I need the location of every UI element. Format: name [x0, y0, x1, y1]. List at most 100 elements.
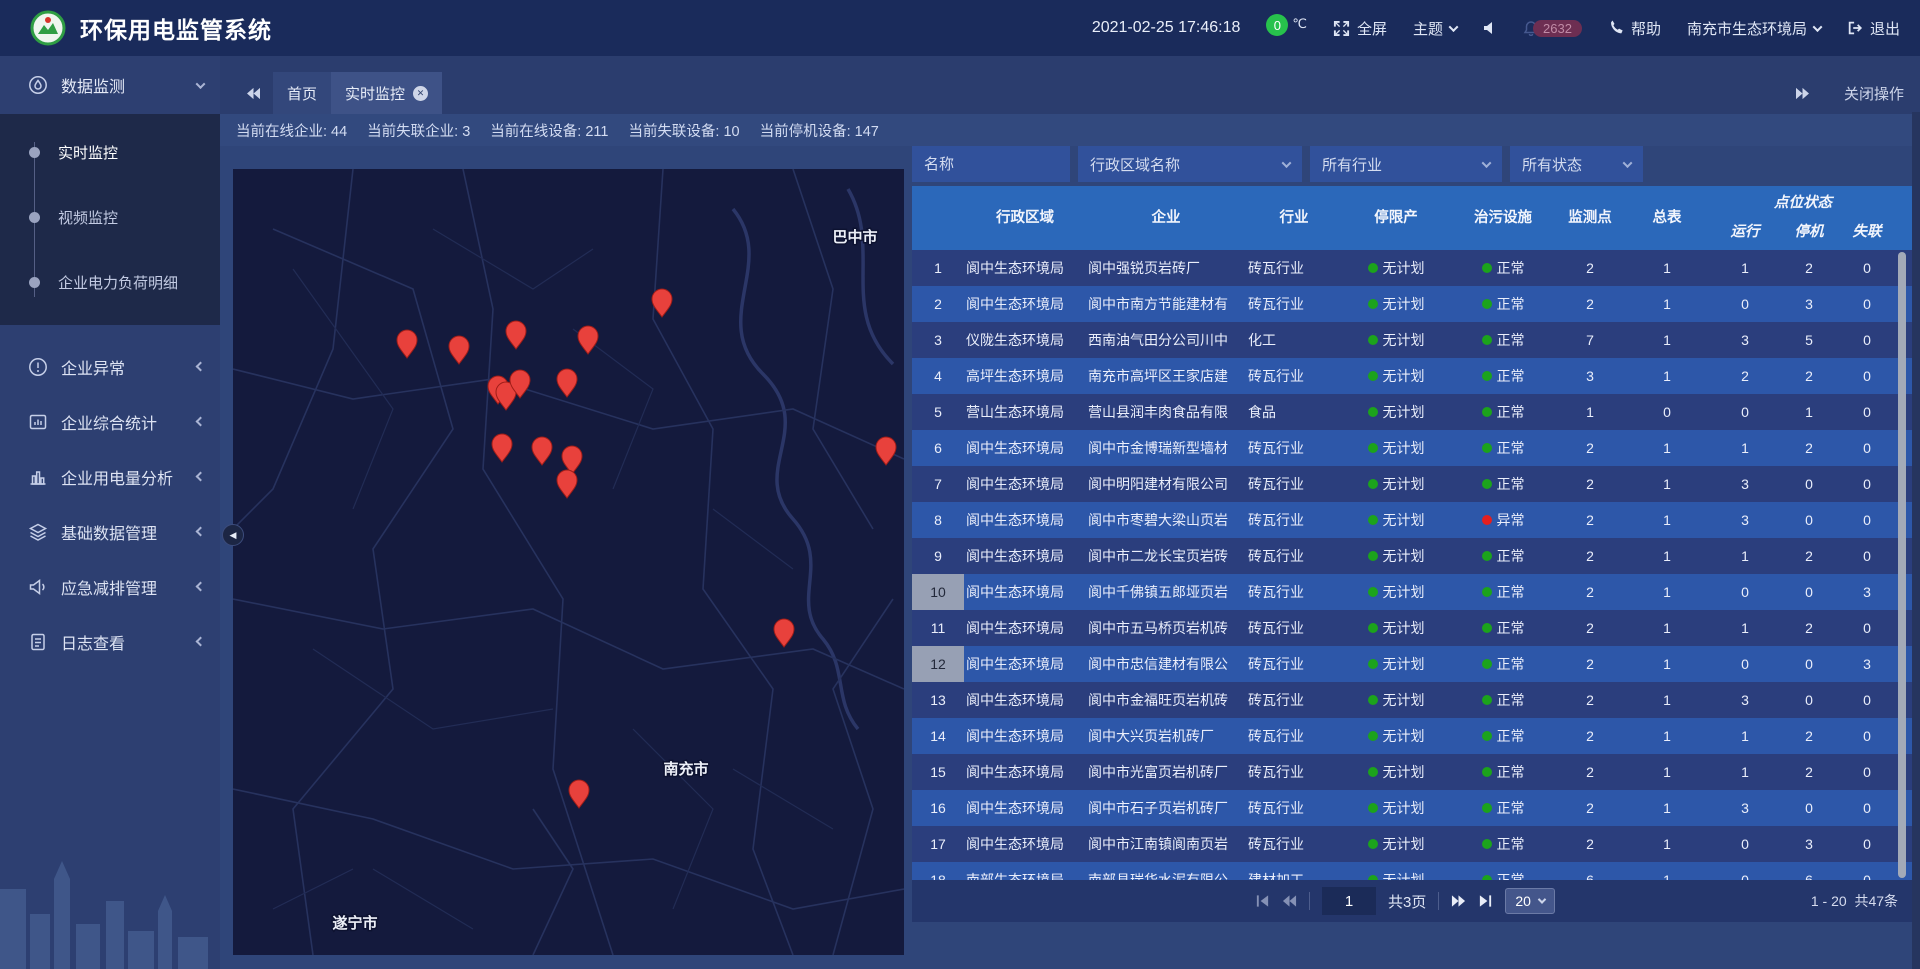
sidebar-item-log-view[interactable]: 日志查看 [0, 614, 220, 669]
stop-count-cell: 2 [1780, 620, 1838, 636]
sidebar-item-power-analysis[interactable]: 企业用电量分析 [0, 449, 220, 504]
region-cell: 阆中生态环境局 [964, 438, 1086, 458]
sidebar-item-enterprise-abnormal[interactable]: 企业异常 [0, 339, 220, 394]
stop-count-cell: 2 [1780, 260, 1838, 276]
table-row[interactable]: 9 阆中生态环境局 阆中市二龙长宝页岩砖 砖瓦行业 无计划 正常 2 [912, 538, 1912, 574]
total-meter-cell: 1 [1624, 584, 1710, 600]
org-menu-button[interactable]: 南充市生态环境局 [1687, 18, 1821, 39]
lost-count-cell: 0 [1838, 296, 1896, 312]
table-row[interactable]: 5 营山生态环境局 营山县润丰肉食品有限 食品 无计划 正常 1 [912, 394, 1912, 430]
help-button[interactable]: 帮助 [1608, 18, 1661, 39]
stat-label: 当前停机设备: [760, 124, 851, 140]
last-page-button[interactable] [1478, 894, 1493, 908]
company-cell: 阆中市枣碧大梁山页岩 [1086, 510, 1246, 530]
industry-cell: 砖瓦行业 [1246, 294, 1342, 314]
status-dot-icon [1368, 551, 1378, 561]
temperature-unit: ℃ [1292, 16, 1307, 32]
name-filter-input[interactable] [912, 146, 1070, 182]
close-operations-button[interactable]: 关闭操作 [1844, 83, 1904, 104]
panel-collapse-button[interactable]: ◀ [222, 524, 244, 546]
production-status-label: 无计划 [1383, 690, 1425, 710]
stat-label: 当前在线设备: [490, 124, 581, 140]
table-row[interactable]: 17 阆中生态环境局 阆中市江南镇阆南页岩 砖瓦行业 无计划 正常 2 [912, 826, 1912, 862]
run-count-cell: 3 [1710, 692, 1780, 708]
table-row[interactable]: 4 高坪生态环境局 南充市高坪区王家店建 砖瓦行业 无计划 正常 3 [912, 358, 1912, 394]
volume-icon [1483, 21, 1497, 35]
industry-cell: 砖瓦行业 [1246, 654, 1342, 674]
industry-cell: 砖瓦行业 [1246, 582, 1342, 602]
monitor-count-cell: 2 [1556, 800, 1624, 816]
table-row[interactable]: 13 阆中生态环境局 阆中市金福旺页岩机砖 砖瓦行业 无计划 正常 2 [912, 682, 1912, 718]
table-row[interactable]: 11 阆中生态环境局 阆中市五马桥页岩机砖 砖瓦行业 无计划 正常 2 [912, 610, 1912, 646]
table-row[interactable]: 14 阆中生态环境局 阆中大兴页岩机砖厂 砖瓦行业 无计划 正常 2 [912, 718, 1912, 754]
industry-cell: 砖瓦行业 [1246, 510, 1342, 530]
status-dot-icon [1482, 371, 1492, 381]
tabs-scroll-right-button[interactable] [1783, 72, 1822, 114]
tab-home[interactable]: 首页 [273, 72, 331, 114]
facility-status-label: 正常 [1497, 726, 1525, 746]
table-row[interactable]: 16 阆中生态环境局 阆中市石子页岩机砖厂 砖瓦行业 无计划 正常 2 [912, 790, 1912, 826]
region-filter-select[interactable]: 行政区域名称 [1078, 146, 1302, 182]
monitor-count-cell: 7 [1556, 332, 1624, 348]
tab-close-icon[interactable]: ✕ [413, 86, 428, 101]
sidebar-item-emergency-reduction[interactable]: 应急减排管理 [0, 559, 220, 614]
table-row[interactable]: 3 仪陇生态环境局 西南油气田分公司川中 化工 无计划 正常 7 [912, 322, 1912, 358]
table-scrollbar[interactable] [1898, 252, 1906, 878]
table-row[interactable]: 18 南部生态环境局 南部县瑞华水泥有限公 建材加工 无计划 正常 6 [912, 862, 1912, 880]
volume-button[interactable] [1483, 21, 1497, 35]
table-row[interactable]: 7 阆中生态环境局 阆中明阳建材有限公司 砖瓦行业 无计划 正常 2 [912, 466, 1912, 502]
sidebar-item-base-data[interactable]: 基础数据管理 [0, 504, 220, 559]
layers-icon [28, 522, 48, 542]
run-count-cell: 0 [1710, 296, 1780, 312]
row-index-cell: 17 [912, 826, 964, 862]
next-page-button[interactable] [1451, 894, 1466, 908]
run-count-cell: 1 [1710, 260, 1780, 276]
stats-window-icon [28, 412, 48, 432]
page-number-input[interactable] [1322, 887, 1376, 915]
status-dot-icon [1482, 767, 1492, 777]
production-status-cell: 无计划 [1342, 510, 1450, 530]
table-row[interactable]: 2 阆中生态环境局 阆中市南方节能建材有 砖瓦行业 无计划 正常 2 [912, 286, 1912, 322]
sidebar-item-video-monitor[interactable]: 视频监控 [0, 185, 220, 250]
double-chevron-left-icon [246, 87, 261, 100]
first-page-button[interactable] [1255, 894, 1270, 908]
page-scrollbar[interactable] [1912, 112, 1920, 969]
logo-icon [30, 10, 66, 46]
table-row[interactable]: 1 阆中生态环境局 阆中强锐页岩砖厂 砖瓦行业 无计划 正常 2 [912, 250, 1912, 286]
facility-status-label: 正常 [1497, 330, 1525, 350]
enterprise-panel: 行政区域名称 所有行业 所有状态 行 [912, 146, 1912, 922]
company-cell: 阆中市南方节能建材有 [1086, 294, 1246, 314]
notification-button[interactable]: 2632 [1523, 20, 1582, 37]
sidebar-item-enterprise-statistics[interactable]: 企业综合统计 [0, 394, 220, 449]
facility-status-cell: 正常 [1450, 654, 1556, 674]
tabs-scroll-left-button[interactable] [234, 72, 273, 114]
lost-count-cell: 0 [1838, 440, 1896, 456]
row-index-cell: 2 [912, 286, 964, 322]
map[interactable]: 巴中市南充市遂宁市 [233, 169, 904, 955]
table-row[interactable]: 10 阆中生态环境局 阆中千佛镇五郎垭页岩 砖瓦行业 无计划 正常 2 [912, 574, 1912, 610]
stop-count-cell: 0 [1780, 584, 1838, 600]
sidebar-item-realtime-monitor[interactable]: 实时监控 [0, 120, 220, 185]
table-row[interactable]: 6 阆中生态环境局 阆中市金博瑞新型墙材 砖瓦行业 无计划 正常 2 [912, 430, 1912, 466]
sidebar-item-data-monitor[interactable]: 数据监测 [0, 56, 220, 114]
bullet-icon [29, 147, 40, 158]
table-row[interactable]: 12 阆中生态环境局 阆中市忠信建材有限公 砖瓦行业 无计划 正常 2 [912, 646, 1912, 682]
status-filter-select[interactable]: 所有状态 [1510, 146, 1643, 182]
sidebar-item-power-load-detail[interactable]: 企业电力负荷明细 [0, 250, 220, 315]
region-cell: 阆中生态环境局 [964, 762, 1086, 782]
production-status-label: 无计划 [1383, 294, 1425, 314]
facility-status-cell: 正常 [1450, 726, 1556, 746]
chevron-left-icon [196, 417, 206, 427]
industry-filter-select[interactable]: 所有行业 [1310, 146, 1502, 182]
logout-button[interactable]: 退出 [1847, 18, 1900, 39]
prev-page-button[interactable] [1282, 894, 1297, 908]
facility-status-label: 正常 [1497, 834, 1525, 854]
fullscreen-button[interactable]: 全屏 [1333, 18, 1387, 39]
table-row[interactable]: 15 阆中生态环境局 阆中市光富页岩机砖厂 砖瓦行业 无计划 正常 2 [912, 754, 1912, 790]
page-size-select[interactable]: 20 [1505, 888, 1555, 914]
theme-button[interactable]: 主题 [1413, 18, 1457, 39]
tab-realtime-monitor[interactable]: 实时监控 ✕ [331, 72, 442, 114]
region-cell: 南部生态环境局 [964, 870, 1086, 880]
table-row[interactable]: 8 阆中生态环境局 阆中市枣碧大梁山页岩 砖瓦行业 无计划 异常 2 [912, 502, 1912, 538]
map-panel[interactable]: 巴中市南充市遂宁市 ◀ [233, 169, 904, 955]
